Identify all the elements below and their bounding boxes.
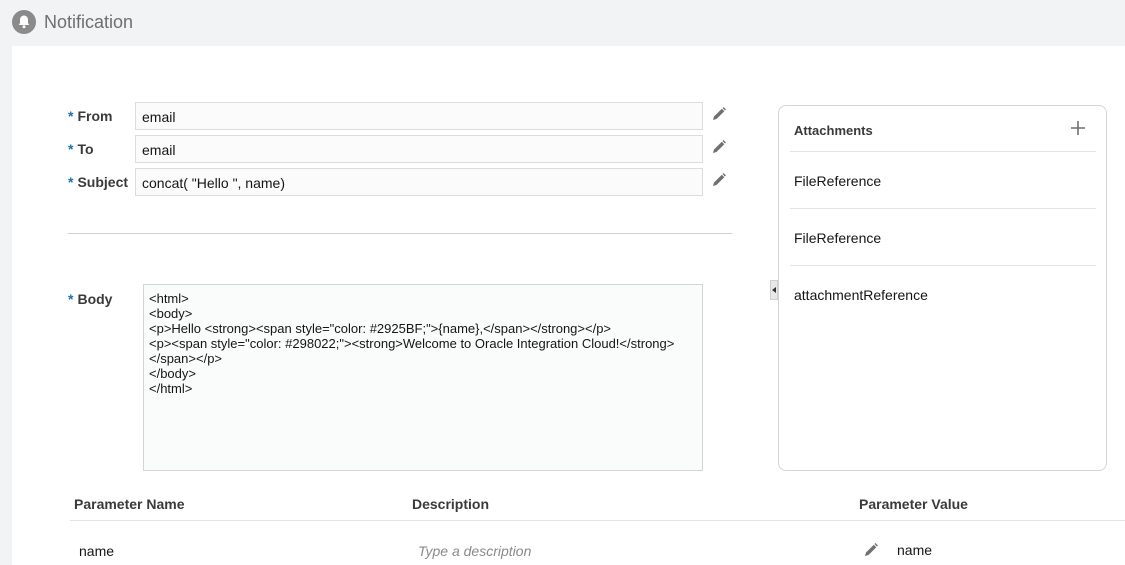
- attachments-title: Attachments: [794, 123, 873, 138]
- required-mark: *: [68, 291, 74, 307]
- subject-label: * Subject: [68, 174, 128, 190]
- table-header-divider: [70, 520, 1125, 521]
- body-line: </body>: [149, 366, 196, 381]
- to-label-text: To: [77, 141, 94, 157]
- attachment-separator: [790, 265, 1096, 266]
- column-header-parameter-value: Parameter Value: [859, 496, 968, 512]
- column-header-parameter-name: Parameter Name: [74, 496, 185, 512]
- to-label: * To: [68, 141, 94, 157]
- edit-from-pencil-icon[interactable]: [712, 107, 728, 123]
- attachment-separator: [790, 208, 1096, 209]
- add-attachment-plus-icon[interactable]: [1070, 120, 1086, 136]
- body-line: <p>Hello <strong><span style="color: #29…: [149, 321, 612, 336]
- page-header: Notification: [0, 0, 1125, 46]
- bell-icon: [12, 10, 36, 34]
- body-line: </html>: [149, 381, 193, 396]
- edit-parameter-pencil-icon[interactable]: [864, 543, 880, 559]
- from-label-text: From: [77, 108, 113, 124]
- required-mark: *: [68, 141, 74, 157]
- from-label: * From: [68, 108, 112, 124]
- edit-subject-pencil-icon[interactable]: [712, 173, 728, 189]
- chevron-left-icon: [772, 287, 776, 293]
- body-label-text: Body: [77, 291, 113, 307]
- body-line: </span></p>: [149, 351, 223, 366]
- subject-label-text: Subject: [77, 174, 129, 190]
- required-mark: *: [68, 108, 74, 124]
- to-field[interactable]: email: [135, 135, 703, 163]
- attachment-item[interactable]: FileReference: [794, 173, 881, 189]
- attachment-separator: [790, 151, 1096, 152]
- attachment-item[interactable]: attachmentReference: [794, 287, 928, 303]
- description-input[interactable]: Type a description: [418, 543, 531, 559]
- attachment-item[interactable]: FileReference: [794, 230, 881, 246]
- body-label: * Body: [68, 291, 112, 307]
- from-field[interactable]: email: [135, 102, 703, 130]
- body-line: <p><span style="color: #298022;"><strong…: [149, 336, 675, 351]
- body-line: <html>: [149, 291, 189, 306]
- column-header-description: Description: [412, 496, 490, 512]
- required-mark: *: [68, 174, 74, 190]
- parameter-value-cell: name: [897, 542, 933, 558]
- body-line: <body>: [149, 306, 193, 321]
- page-title: Notification: [44, 12, 134, 32]
- body-textarea[interactable]: <html> <body> <p>Hello <strong><span sty…: [143, 284, 703, 471]
- attachments-panel: Attachments FileReference FileReference …: [778, 105, 1107, 471]
- parameter-name-cell: name: [79, 543, 115, 559]
- collapse-handle[interactable]: [770, 280, 778, 300]
- form-divider: [68, 233, 732, 234]
- edit-to-pencil-icon[interactable]: [712, 140, 728, 156]
- subject-field[interactable]: concat( "Hello ", name): [135, 168, 703, 196]
